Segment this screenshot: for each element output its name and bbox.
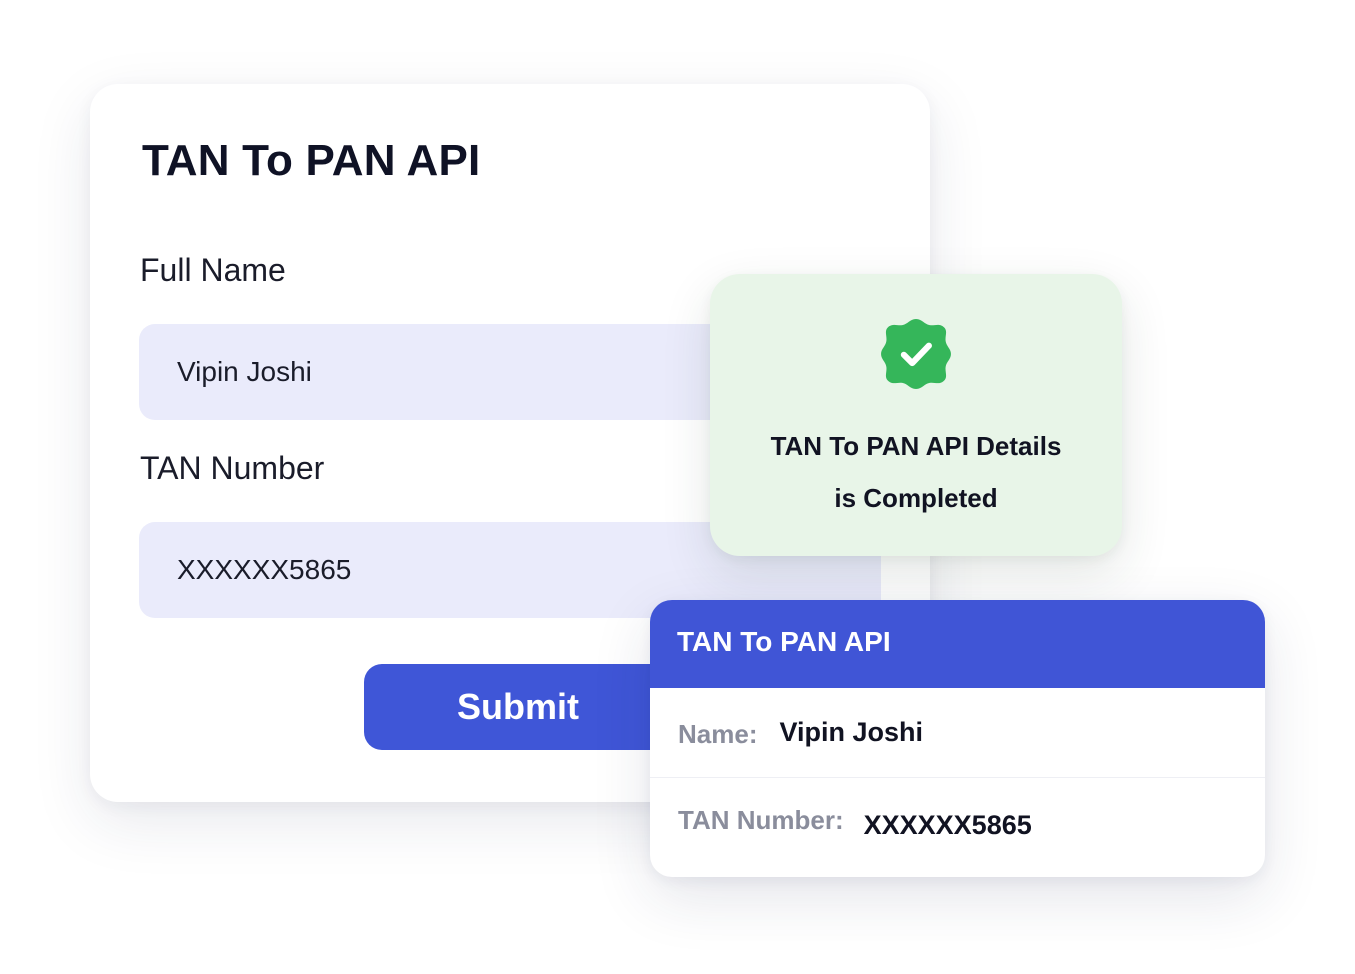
form-title: TAN To PAN API [142, 136, 481, 185]
check-badge-icon [881, 319, 951, 389]
full-name-label: Full Name [140, 252, 286, 288]
success-toast: TAN To PAN API Details is Completed [710, 274, 1122, 556]
result-tan-key: TAN Number: [678, 804, 844, 835]
success-message: TAN To PAN API Details is Completed [710, 420, 1122, 524]
success-message-line2: is Completed [834, 483, 998, 513]
result-row-name: Name: Vipin Joshi [650, 688, 1265, 778]
success-message-line1: TAN To PAN API Details [770, 431, 1062, 461]
result-card: TAN To PAN API Name: Vipin Joshi TAN Num… [650, 600, 1265, 877]
result-tan-value: XXXXXX5865 [863, 809, 1032, 840]
result-card-title: TAN To PAN API [650, 600, 1265, 688]
result-row-tan: TAN Number: XXXXXX5865 [650, 778, 1265, 868]
stage: TAN To PAN API Full Name TAN Number Subm… [0, 0, 1355, 974]
tan-number-label: TAN Number [140, 450, 325, 486]
result-name-value: Vipin Joshi [779, 717, 924, 747]
submit-button[interactable]: Submit [364, 664, 672, 750]
result-name-key: Name: [678, 719, 758, 749]
